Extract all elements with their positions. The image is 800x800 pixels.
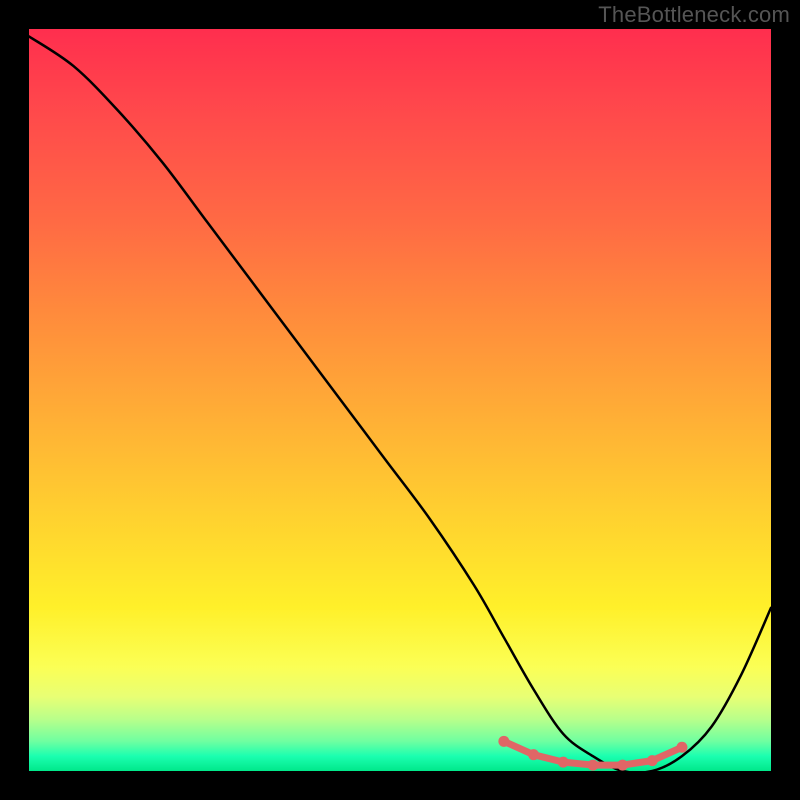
optimal-zone-dot (647, 755, 658, 766)
bottleneck-curve-svg (29, 29, 771, 771)
optimal-zone-markers (498, 736, 687, 771)
optimal-zone-dot (617, 760, 628, 771)
chart-frame: TheBottleneck.com (0, 0, 800, 800)
bottleneck-curve-line (29, 36, 771, 772)
optimal-zone-dot (587, 760, 598, 771)
optimal-zone-dot (498, 736, 509, 747)
optimal-zone-dot (558, 757, 569, 768)
optimal-zone-dot (528, 749, 539, 760)
optimal-zone-dot (676, 742, 687, 753)
plot-area (29, 29, 771, 771)
watermark-text: TheBottleneck.com (598, 2, 790, 28)
